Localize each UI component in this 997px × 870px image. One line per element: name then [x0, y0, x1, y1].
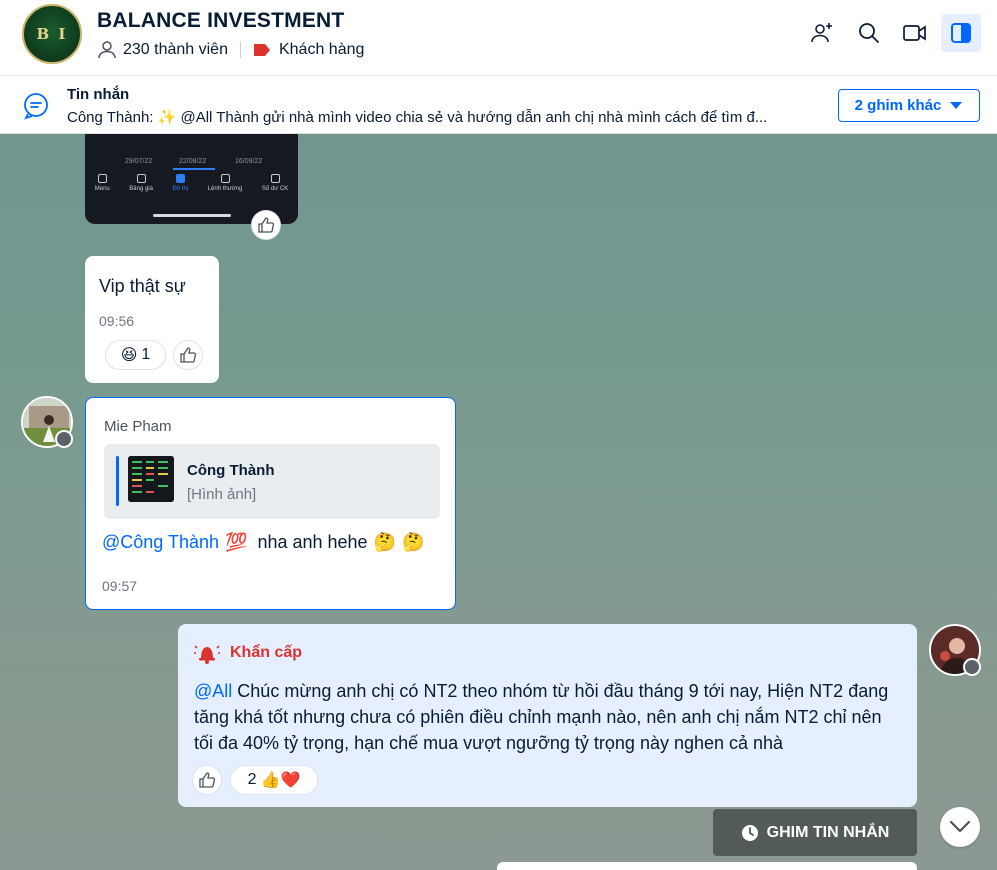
message-bubble[interactable]: Mie Pham Công Thành [Hình ảnh] @Công Thà… [85, 397, 456, 610]
group-meta: 230 thành viên Khách hàng [97, 40, 364, 60]
clock-icon [741, 824, 758, 841]
sender-name[interactable]: Mie Pham [104, 418, 172, 435]
chart-icon [175, 174, 185, 183]
pinned-message-bar[interactable]: Tin nhắn Công Thành: ✨ @All Thành gửi nh… [0, 76, 997, 134]
group-title[interactable]: BALANCE INVESTMENT [97, 9, 344, 33]
message-text: Vip thật sự [99, 276, 186, 296]
app-nav-label: Đồ thị [172, 186, 189, 192]
message-list[interactable]: 29/07/22 22/08/22 16/09/22 Menu Bảng giá… [0, 134, 997, 870]
chart-date-label: 29/07/22 [125, 158, 153, 165]
toggle-info-panel-button[interactable] [941, 14, 981, 52]
pinned-title: Tin nhắn [67, 86, 130, 103]
laugh-reaction-icon: 😆 [120, 347, 138, 364]
message-text: @Công Thành 💯 nha anh hehe 🤔 🤔 [102, 532, 424, 553]
app-nav-item: Bảng giá [129, 174, 153, 204]
app-bottom-nav: Menu Bảng giá Đồ thị Lệnh thường Số dư C… [85, 174, 298, 204]
menu-icon [97, 174, 107, 183]
search-icon [859, 23, 879, 43]
more-pinned-label: 2 ghim khác [854, 97, 942, 114]
mention-link[interactable]: @Công Thành [102, 532, 219, 553]
reaction-pill[interactable]: 😆 1 [105, 340, 166, 370]
pinned-text: Công Thành: ✨ @All Thành gửi nhà mình vi… [67, 109, 768, 126]
next-message-peek [497, 862, 917, 870]
scroll-to-bottom-button[interactable] [940, 807, 980, 847]
chevron-down-icon [949, 820, 971, 833]
app-nav-label: Lệnh thường [207, 186, 243, 192]
price-board-icon [136, 174, 146, 183]
chart-date-indicator [173, 168, 215, 170]
pin-message-button[interactable]: GHIM TIN NHẮN [713, 809, 917, 856]
mention-link[interactable]: @All [194, 681, 232, 701]
pin-message-label: GHIM TIN NHẮN [766, 823, 890, 841]
thinking-emoji: 🤔 [401, 532, 425, 552]
thinking-emoji: 🤔 [373, 532, 396, 552]
chat-bubble-icon [24, 93, 48, 120]
member-count[interactable]: 230 thành viên [123, 41, 228, 59]
app-nav-item: Số dư CK [262, 174, 288, 204]
thumbs-up-icon [258, 217, 275, 233]
app-nav-item: Menu [95, 174, 110, 204]
alarm-bell-icon [194, 645, 220, 664]
reaction-count: 1 [141, 346, 151, 363]
home-indicator [153, 214, 231, 217]
thumbs-up-icon [180, 347, 197, 363]
message-bubble[interactable]: Vip thật sự 09:56 😆 1 [85, 256, 219, 383]
search-button[interactable] [849, 14, 889, 52]
add-member-button[interactable] [803, 14, 843, 52]
reaction-emojis: 👍❤️ [260, 772, 301, 789]
link-badge-icon [55, 430, 73, 448]
app-nav-label: Bảng giá [129, 186, 153, 192]
chat-header: B I BALANCE INVESTMENT 230 thành viên Kh… [0, 0, 997, 76]
quoted-image [128, 456, 174, 502]
app-nav-label: Số dư CK [261, 186, 289, 192]
quoted-image-thumbnail [128, 456, 174, 502]
message-time: 09:57 [102, 578, 138, 594]
message-body: Chúc mừng anh chị có NT2 theo nhóm từ hồ… [194, 681, 889, 753]
header-actions [803, 14, 981, 52]
group-avatar[interactable]: B I [22, 4, 82, 64]
member-icon [98, 41, 116, 59]
message-body: nha anh hehe [257, 532, 368, 552]
group-logo-text: B I [36, 25, 68, 43]
balance-icon [270, 174, 280, 183]
app-nav-item: Đồ thị [172, 174, 188, 204]
urgent-header: Khẩn cấp [194, 642, 302, 664]
group-label[interactable]: Khách hàng [279, 41, 364, 59]
app-nav-item: Lệnh thường [207, 174, 243, 204]
hundred-emoji: 💯 [225, 532, 248, 552]
like-reaction-button[interactable] [173, 340, 203, 370]
urgent-label: Khẩn cấp [230, 644, 303, 661]
message-bubble[interactable]: Khẩn cấp @All Chúc mừng anh chị có NT2 t… [178, 624, 917, 807]
app-nav-label: Menu [94, 186, 110, 192]
quoted-message[interactable]: Công Thành [Hình ảnh] [104, 444, 440, 519]
chart-date-label: 16/09/22 [235, 158, 263, 165]
quoted-sender: Công Thành [187, 462, 275, 479]
reaction-count: 2 [247, 771, 257, 788]
message-text: @All Chúc mừng anh chị có NT2 theo nhóm … [194, 678, 894, 756]
video-camera-icon [903, 25, 926, 41]
quote-bar [116, 456, 119, 506]
reaction-pill[interactable]: 2 👍❤️ [230, 765, 318, 795]
more-pinned-button[interactable]: 2 ghim khác [838, 89, 980, 122]
quoted-type: [Hình ảnh] [187, 486, 257, 503]
meta-divider [239, 42, 241, 58]
chart-date-label: 22/08/22 [179, 158, 207, 165]
link-badge-icon [963, 658, 981, 676]
order-icon [220, 174, 230, 183]
like-reaction-button[interactable] [251, 210, 281, 240]
video-call-button[interactable] [895, 14, 935, 52]
thumbs-up-icon [199, 772, 216, 788]
message-time: 09:56 [99, 313, 135, 329]
like-reaction-button[interactable] [192, 765, 222, 795]
label-tag-icon [253, 44, 270, 56]
add-member-icon [811, 23, 832, 43]
side-panel-icon [951, 23, 971, 43]
caret-down-icon [950, 102, 963, 109]
